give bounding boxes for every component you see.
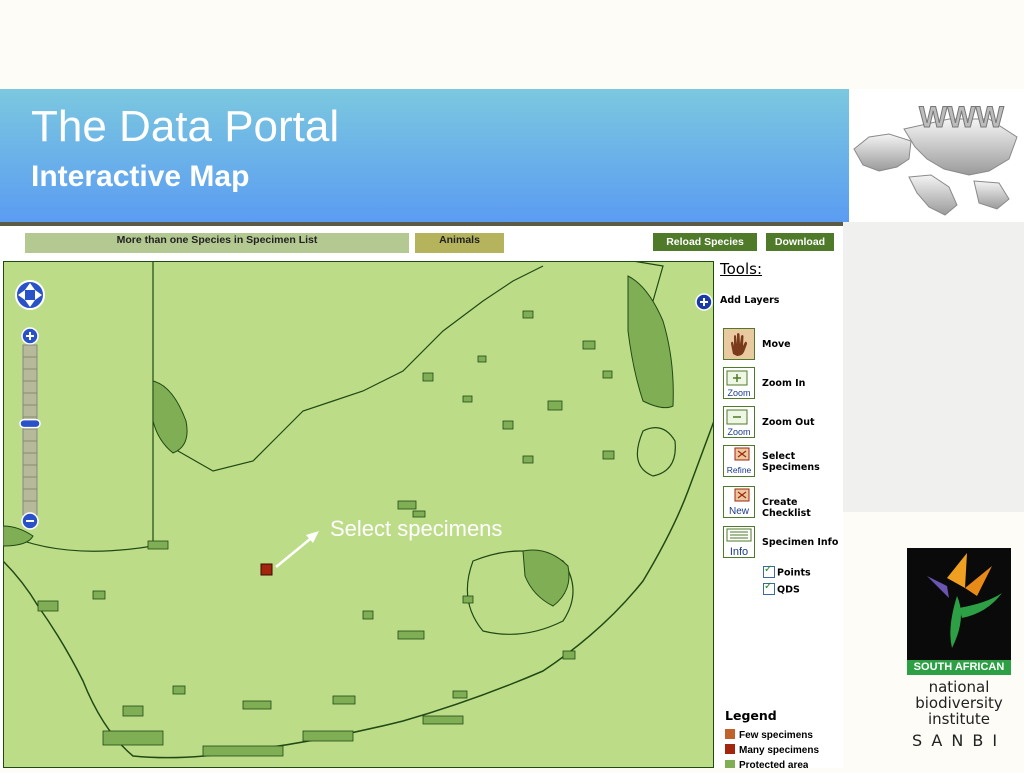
svg-text:New: New — [729, 506, 750, 517]
tool-label: Zoom In — [762, 378, 806, 389]
strelitzia-icon — [927, 553, 1002, 648]
bird-of-paradise-logo — [907, 548, 1011, 675]
page-subtitle: Interactive Map — [31, 160, 250, 193]
svg-text:Zoom: Zoom — [727, 427, 750, 437]
www-text: WWW — [919, 101, 1005, 134]
qds-checkbox-row[interactable]: QDS — [763, 581, 800, 596]
svg-text:Info: Info — [730, 546, 748, 558]
legend-item: Few specimens — [725, 729, 813, 741]
world-globe-image: WWW — [849, 89, 1024, 222]
map-canvas[interactable] — [2, 260, 715, 769]
tool-zoom-out[interactable]: Zoom Zoom Out — [723, 406, 841, 440]
svg-text:Zoom: Zoom — [727, 388, 750, 398]
tool-create-checklist[interactable]: New Create Checklist — [723, 486, 841, 520]
specimen-marker[interactable] — [260, 563, 273, 576]
new-checklist-icon[interactable]: New — [723, 486, 755, 518]
points-checkbox[interactable] — [763, 564, 775, 578]
globe-icon: WWW — [853, 101, 1018, 216]
select-specimens-annotation: Select specimens — [330, 516, 503, 541]
zoom-slider[interactable] — [19, 327, 41, 530]
zoom-in-icon[interactable]: Zoom — [723, 367, 755, 399]
legend-title: Legend — [725, 708, 777, 723]
tool-select-specimens[interactable]: Refine Select Specimens — [723, 445, 841, 479]
sanbi-text: institute — [927, 710, 991, 728]
zoom-handle[interactable] — [19, 418, 41, 429]
few-specimens-swatch — [725, 729, 735, 740]
map-land — [2, 260, 715, 769]
tool-label: Move — [762, 339, 791, 350]
zoom-out-icon[interactable]: Zoom — [723, 406, 755, 438]
qds-checkbox[interactable] — [763, 581, 775, 595]
checkbox-label: QDS — [777, 584, 800, 596]
checkbox-label: Points — [777, 567, 811, 579]
add-layers-link[interactable]: Add Layers — [720, 295, 779, 306]
protected-area-swatch — [725, 760, 735, 768]
download-button[interactable]: Download — [766, 233, 834, 251]
tool-label: Zoom Out — [762, 417, 815, 428]
legend-item: Protected area — [725, 760, 808, 768]
many-specimens-swatch — [725, 744, 735, 755]
tools-panel: Tools: Add Layers Move Zoom Zoom In Zoom… — [718, 258, 843, 768]
points-checkbox-row[interactable]: Points — [763, 564, 811, 579]
tool-zoom-in[interactable]: Zoom Zoom In — [723, 367, 841, 401]
sanbi-band-text: SOUTH AFRICAN — [907, 660, 1011, 675]
refine-icon[interactable]: Refine — [723, 445, 755, 477]
animals-filter-tab[interactable]: Animals — [415, 233, 504, 253]
page-title: The Data Portal — [31, 102, 340, 151]
sanbi-acronym: SANBI — [911, 731, 1007, 750]
pan-control[interactable] — [15, 280, 45, 310]
tool-label: Select Specimens — [762, 451, 820, 473]
info-icon[interactable]: Info — [723, 526, 755, 558]
hand-icon[interactable] — [723, 328, 755, 360]
sanbi-logo: SOUTH AFRICAN national biodiversity inst… — [907, 548, 1011, 750]
tool-label: Specimen Info — [762, 537, 839, 548]
map-viewport[interactable] — [2, 260, 715, 769]
reload-species-button[interactable]: Reload Species — [653, 233, 757, 251]
side-panel — [843, 222, 1024, 512]
tool-label: Create Checklist — [762, 497, 811, 519]
tool-move[interactable]: Move — [723, 328, 841, 362]
legend-item: Many specimens — [725, 744, 819, 756]
species-list-status: More than one Species in Specimen List — [25, 233, 409, 253]
tool-specimen-info[interactable]: Info Specimen Info — [723, 526, 841, 560]
tools-title: Tools: — [720, 260, 763, 278]
svg-text:Refine: Refine — [727, 465, 752, 475]
